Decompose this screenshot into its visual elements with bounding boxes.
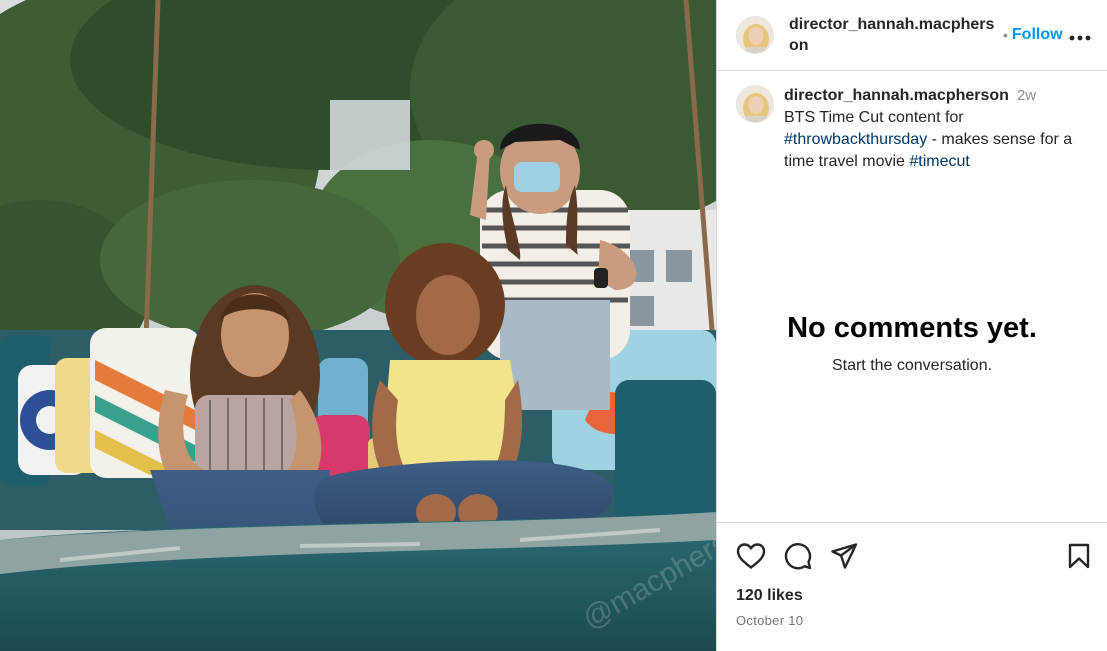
comment-icon [784, 542, 812, 569]
author-username[interactable]: director_hannah.macpherson [789, 14, 997, 56]
share-icon [831, 542, 858, 569]
hashtag-timecut[interactable]: #timecut [909, 153, 969, 170]
post-caption: director_hannah.macpherson 2w BTS Time Cu… [717, 71, 1107, 173]
bookmark-icon [1068, 543, 1090, 568]
caption-avatar[interactable] [736, 85, 774, 123]
caption-body: director_hannah.macpherson 2w BTS Time Cu… [784, 85, 1091, 173]
caption-username[interactable]: director_hannah.macpherson [784, 87, 1009, 104]
like-button[interactable] [736, 542, 766, 575]
post-date[interactable]: October 10 [736, 613, 1091, 628]
empty-subtitle: Start the conversation. [831, 357, 993, 374]
comments-empty-state: No comments yet. Start the conversation. [717, 312, 1107, 375]
caption-text-1: BTS Time Cut content for [784, 109, 964, 126]
post-photo[interactable]: @macpherson [0, 0, 716, 651]
post-modal: @macpherson director_hannah.macpherson •… [0, 0, 1107, 651]
post-sidebar: director_hannah.macpherson • Follow dire… [716, 0, 1107, 651]
more-options-button[interactable] [1069, 25, 1091, 46]
share-button[interactable] [830, 542, 858, 575]
separator-dot: • [1003, 27, 1008, 43]
action-icons [736, 523, 1091, 585]
empty-title: No comments yet. [787, 312, 1037, 344]
post-header: director_hannah.macpherson • Follow [717, 0, 1107, 71]
caption-time[interactable]: 2w [1017, 87, 1036, 104]
heart-icon [736, 542, 766, 569]
save-button[interactable] [1067, 543, 1091, 574]
follow-button[interactable]: Follow [1012, 26, 1063, 44]
photo-illustration: @macpherson [0, 0, 716, 651]
author-avatar[interactable] [736, 16, 774, 54]
more-icon [1069, 35, 1091, 40]
likes-count[interactable]: 120 likes [736, 587, 1091, 605]
hashtag-throwbackthursday[interactable]: #throwbackthursday [784, 131, 927, 148]
post-actions: 120 likes October 10 [717, 522, 1107, 651]
comment-button[interactable] [784, 542, 812, 575]
